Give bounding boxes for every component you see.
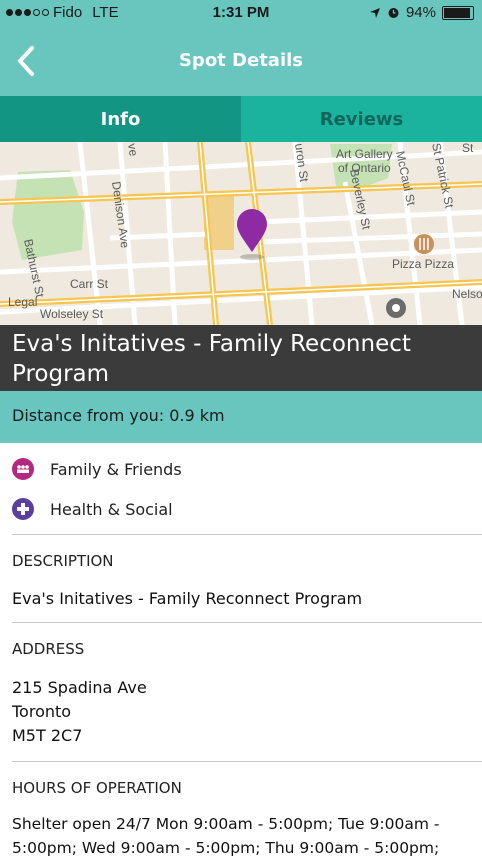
description-heading: DESCRIPTION — [12, 552, 114, 570]
nav-bar: Spot Details — [0, 26, 482, 96]
status-bar: Fido LTE 1:31 PM 94% — [0, 0, 482, 26]
description-text: Eva's Initatives - Family Reconnect Prog… — [12, 589, 363, 608]
hours-heading: HOURS OF OPERATION — [12, 779, 182, 797]
category-label: Health & Social — [50, 499, 173, 519]
map-view[interactable]: Art Gallery of Ontario McCaul St St Patr… — [0, 142, 482, 325]
map-label: Nelson — [452, 287, 482, 301]
battery-percent: 94% — [405, 4, 436, 21]
alarm-icon — [388, 8, 399, 18]
tab-reviews[interactable]: Reviews — [241, 96, 482, 142]
plus-icon — [12, 498, 34, 520]
map-label: Art Gallery — [336, 147, 393, 161]
map-label: ve — [125, 142, 141, 157]
address-heading: ADDRESS — [12, 640, 85, 658]
map-label: of Ontario — [338, 161, 391, 175]
map-label: Wolseley St — [40, 307, 104, 321]
tab-bar: Info Reviews — [0, 96, 482, 142]
address-city: Toronto — [12, 702, 72, 721]
distance-text: Distance from you: 0.9 km — [12, 406, 225, 425]
address-street: 215 Spadina Ave — [12, 678, 147, 697]
hours-line: 5:00pm; Wed 9:00am - 5:00pm; Thu 9:00am … — [12, 839, 440, 857]
location-arrow-icon — [369, 7, 380, 18]
address-text[interactable]: 215 Spadina Ave Toronto M5T 2C7 — [12, 676, 147, 748]
distance-bar: Distance from you: 0.9 km — [0, 391, 482, 443]
divider — [12, 761, 482, 762]
map-label: St — [462, 142, 474, 155]
divider — [12, 622, 482, 623]
map-canvas: Art Gallery of Ontario McCaul St St Patr… — [0, 142, 482, 325]
spot-title-band: Eva's Initatives - Family Reconnect Prog… — [0, 325, 482, 391]
category-label: Family & Friends — [50, 459, 182, 479]
map-label: Legal — [8, 295, 37, 309]
hours-line: Shelter open 24/7 Mon 9:00am - 5:00pm; T… — [12, 815, 440, 833]
map-label: Pizza Pizza — [392, 257, 454, 271]
tab-info[interactable]: Info — [0, 96, 241, 142]
category-item: Family & Friends — [12, 456, 182, 482]
divider — [12, 534, 482, 535]
people-icon — [12, 458, 34, 480]
category-item: Health & Social — [12, 496, 173, 522]
battery-icon — [442, 5, 474, 20]
spot-title: Eva's Initatives - Family Reconnect Prog… — [12, 331, 411, 387]
map-label: Carr St — [70, 277, 109, 291]
address-postal: M5T 2C7 — [12, 726, 83, 745]
status-right: 94% — [369, 4, 474, 21]
hours-text: Shelter open 24/7 Mon 9:00am - 5:00pm; T… — [12, 812, 439, 860]
page-title: Spot Details — [178, 50, 304, 71]
